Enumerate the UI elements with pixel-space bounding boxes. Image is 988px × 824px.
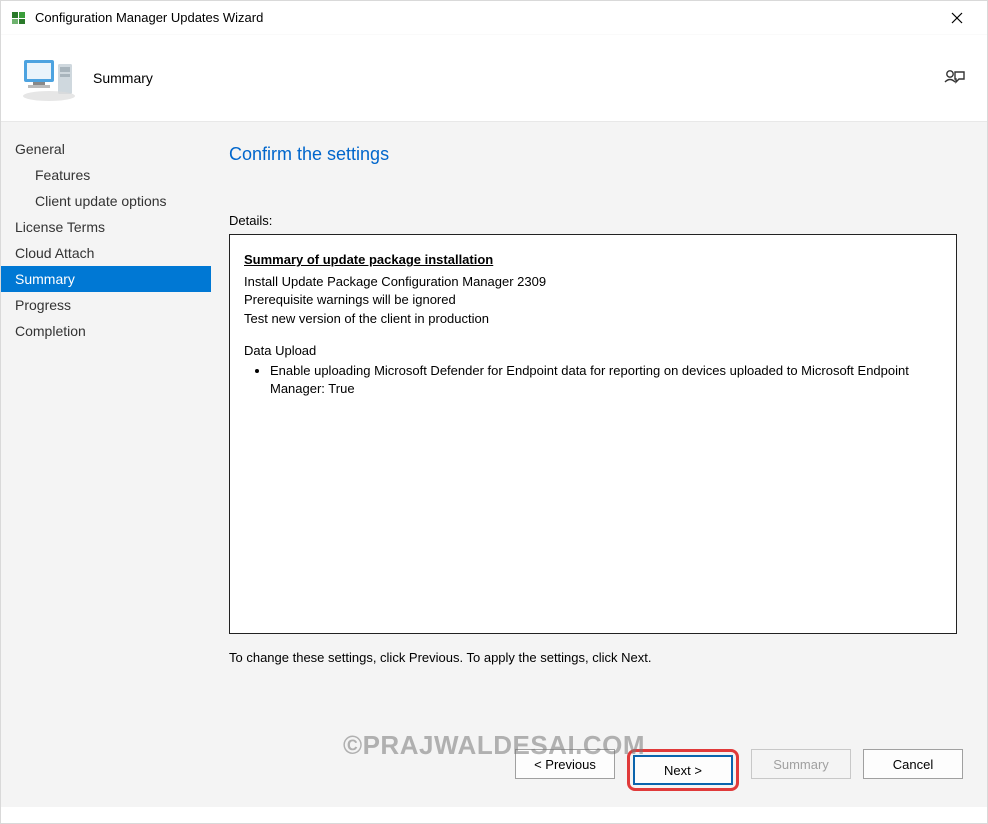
next-button[interactable]: Next > bbox=[633, 755, 733, 785]
sidebar-item-client-update-options[interactable]: Client update options bbox=[1, 188, 211, 214]
sidebar-item-label: General bbox=[15, 141, 65, 157]
app-icon bbox=[11, 10, 27, 26]
wizard-header: Summary bbox=[1, 35, 987, 121]
sidebar-item-label: Features bbox=[35, 167, 90, 183]
sidebar-item-label: License Terms bbox=[15, 219, 105, 235]
summary-line: Prerequisite warnings will be ignored bbox=[244, 291, 942, 309]
summary-title: Summary of update package installation bbox=[244, 251, 942, 269]
window-title: Configuration Manager Updates Wizard bbox=[35, 10, 263, 25]
sidebar-item-cloud-attach[interactable]: Cloud Attach bbox=[1, 240, 211, 266]
summary-line: Test new version of the client in produc… bbox=[244, 310, 942, 328]
sidebar-item-completion[interactable]: Completion bbox=[1, 318, 211, 344]
sidebar-item-license-terms[interactable]: License Terms bbox=[1, 214, 211, 240]
summary-button: Summary bbox=[751, 749, 851, 779]
sidebar-item-label: Cloud Attach bbox=[15, 245, 94, 261]
close-button[interactable] bbox=[937, 12, 977, 24]
summary-line: Install Update Package Configuration Man… bbox=[244, 273, 942, 291]
next-button-highlight: Next > bbox=[627, 749, 739, 791]
feedback-icon bbox=[943, 67, 967, 89]
previous-button[interactable]: < Previous bbox=[515, 749, 615, 779]
sidebar-item-general[interactable]: General bbox=[1, 136, 211, 162]
details-box[interactable]: Summary of update package installation I… bbox=[229, 234, 957, 634]
page-title: Summary bbox=[93, 70, 153, 86]
data-upload-label: Data Upload bbox=[244, 342, 942, 360]
hint-text: To change these settings, click Previous… bbox=[229, 650, 957, 665]
wizard-footer: < Previous Next > Summary Cancel bbox=[1, 733, 987, 807]
sidebar-item-summary[interactable]: Summary bbox=[1, 266, 211, 292]
data-upload-bullet: Enable uploading Microsoft Defender for … bbox=[270, 362, 942, 398]
sidebar-item-label: Client update options bbox=[35, 193, 167, 209]
header-computer-icon bbox=[19, 53, 79, 103]
close-icon bbox=[951, 12, 963, 24]
sidebar-item-features[interactable]: Features bbox=[1, 162, 211, 188]
sidebar-item-label: Progress bbox=[15, 297, 71, 313]
wizard-content: Confirm the settings Details: Summary of… bbox=[211, 122, 987, 733]
content-heading: Confirm the settings bbox=[229, 144, 957, 165]
titlebar: Configuration Manager Updates Wizard bbox=[1, 1, 987, 35]
sidebar-item-label: Summary bbox=[15, 271, 75, 287]
sidebar-item-progress[interactable]: Progress bbox=[1, 292, 211, 318]
sidebar-item-label: Completion bbox=[15, 323, 86, 339]
feedback-button[interactable] bbox=[941, 64, 969, 92]
cancel-button[interactable]: Cancel bbox=[863, 749, 963, 779]
wizard-sidebar: General Features Client update options L… bbox=[1, 122, 211, 733]
details-label: Details: bbox=[229, 213, 957, 228]
